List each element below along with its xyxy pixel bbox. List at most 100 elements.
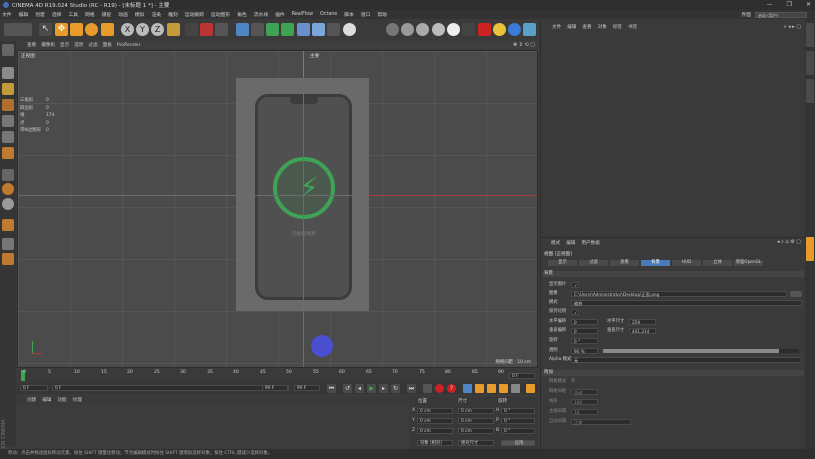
rotation-field[interactable]: 0 °: [571, 338, 598, 344]
key-param-icon[interactable]: [511, 384, 520, 393]
min-frame-field[interactable]: 90 F: [262, 385, 288, 391]
attribute-tab-icon[interactable]: [806, 237, 814, 261]
z-axis-icon[interactable]: Z: [151, 23, 164, 36]
start-frame-field[interactable]: 0 F: [20, 385, 48, 391]
content-browser-tab-icon[interactable]: [806, 51, 814, 75]
menu-file[interactable]: 文件: [2, 11, 12, 18]
light-icon[interactable]: [343, 23, 356, 36]
polygons-mode-icon[interactable]: [2, 147, 14, 159]
key-position-icon[interactable]: [475, 384, 484, 393]
solo-icon[interactable]: [2, 219, 14, 231]
menu-tools[interactable]: 工具: [68, 11, 78, 18]
size-y-field[interactable]: 0 cm: [458, 418, 494, 424]
record-icon[interactable]: [435, 384, 444, 393]
offset-x-field[interactable]: 0: [571, 319, 598, 325]
size-mode-select[interactable]: 绝对尺寸: [458, 440, 494, 446]
key-pla-icon[interactable]: [526, 384, 535, 393]
keep-aspect-checkbox[interactable]: ✓: [571, 309, 579, 315]
viewport-nav-icons[interactable]: ✥ ⇕ ⟲ ▢: [513, 42, 535, 48]
vp-menu-panel[interactable]: 面板: [103, 42, 112, 48]
rot-b-field[interactable]: 0 °: [501, 428, 535, 434]
array-icon[interactable]: [281, 23, 294, 36]
transparency-slider[interactable]: [603, 349, 799, 353]
tab-background[interactable]: 背景: [641, 260, 670, 266]
menu-select[interactable]: 选择: [52, 11, 62, 18]
subdivision-icon[interactable]: [266, 23, 279, 36]
tweak-icon[interactable]: [2, 198, 14, 210]
mat-menu-texture[interactable]: 纹理: [73, 397, 82, 405]
object-list[interactable]: [543, 33, 803, 233]
octane-sphere-icon[interactable]: [416, 23, 429, 36]
current-frame-field[interactable]: 0 F: [52, 385, 289, 391]
vp-menu-filter[interactable]: 过滤: [88, 42, 97, 48]
rotate-tool-icon[interactable]: [85, 23, 98, 36]
vp-menu-options[interactable]: 选项: [74, 42, 83, 48]
menu-simulate[interactable]: 模拟: [135, 11, 145, 18]
scene-icon[interactable]: [312, 23, 325, 36]
make-editable-icon[interactable]: [2, 44, 14, 56]
tab-stereo[interactable]: 立体: [703, 260, 732, 266]
keyframe-selection-icon[interactable]: [463, 384, 472, 393]
menu-snap[interactable]: 捕捉: [102, 11, 112, 18]
prev-keyframe-icon[interactable]: ↺: [343, 384, 352, 393]
close-button[interactable]: ✕: [806, 0, 811, 10]
render-to-picture-viewer-icon[interactable]: [200, 23, 213, 36]
octane-sun-icon[interactable]: [493, 23, 506, 36]
model-mode-icon[interactable]: [2, 67, 14, 79]
camera-icon[interactable]: [327, 23, 340, 36]
menu-help[interactable]: 帮助: [377, 11, 387, 18]
menu-motion-tracking[interactable]: 运动跟踪: [185, 11, 204, 18]
obj-menu-edit[interactable]: 编辑: [567, 24, 576, 30]
octane-render-icon[interactable]: [478, 23, 491, 36]
object-tab-icon[interactable]: [806, 23, 814, 47]
octane-globe-icon[interactable]: [508, 23, 521, 36]
render-settings-icon[interactable]: [215, 23, 228, 36]
menu-plugins[interactable]: 插件: [275, 11, 285, 18]
octane-env-icon[interactable]: [432, 23, 445, 36]
axis-mode-icon[interactable]: [2, 169, 14, 181]
scale-tool-icon[interactable]: [70, 23, 83, 36]
lock-workplane-icon[interactable]: [2, 238, 14, 250]
attribute-nav-icons[interactable]: ◂ ⌕ ⌂ ⚙ ▢: [777, 239, 801, 245]
x-axis-icon[interactable]: X: [121, 23, 134, 36]
menu-octane[interactable]: Octane: [320, 12, 337, 17]
planar-workplane-icon[interactable]: [2, 253, 14, 265]
pen-spline-icon[interactable]: [251, 23, 264, 36]
menu-script[interactable]: 脚本: [344, 11, 354, 18]
layout-select[interactable]: 启动 (用户): [755, 11, 807, 18]
motion-record-icon[interactable]: [423, 384, 432, 393]
material-area[interactable]: [17, 405, 407, 449]
obj-menu-bookmarks[interactable]: 书签: [628, 24, 637, 30]
octane-material-icon[interactable]: [401, 23, 414, 36]
menu-mesh[interactable]: 网格: [85, 11, 95, 18]
undo-button[interactable]: [4, 23, 32, 36]
go-to-start-icon[interactable]: ⏮: [327, 384, 336, 393]
menu-mograph[interactable]: 运动图形: [211, 11, 230, 18]
mat-menu-create[interactable]: 创建: [27, 397, 36, 405]
size-z-field[interactable]: 0 cm: [458, 428, 494, 434]
major-lines-field[interactable]: 10: [571, 409, 598, 415]
offset-y-field[interactable]: 0: [571, 328, 598, 334]
show-image-checkbox[interactable]: ✓: [571, 282, 579, 288]
coords-mode-select[interactable]: 对象 (相对): [417, 440, 453, 446]
timeline-ruler[interactable]: 0 5 10 15 20 25 30 35 40 45 50 55 60 65 …: [17, 369, 538, 383]
live-select-icon[interactable]: [101, 23, 114, 36]
vp-menu-view[interactable]: 查看: [27, 42, 36, 48]
rot-h-field[interactable]: 0 °: [501, 408, 535, 414]
menu-character[interactable]: 角色: [237, 11, 247, 18]
play-icon[interactable]: ▶: [367, 384, 376, 393]
tab-enhanced-opengl[interactable]: 增强OpenGL: [734, 260, 763, 266]
menu-sculpt[interactable]: 雕刻: [168, 11, 178, 18]
minimize-button[interactable]: —: [767, 0, 773, 10]
attr-menu-mode[interactable]: 模式: [551, 240, 560, 246]
attr-menu-edit[interactable]: 编辑: [566, 240, 575, 246]
obj-menu-objects[interactable]: 对象: [598, 24, 607, 30]
tab-filter[interactable]: 过滤: [579, 260, 608, 266]
pos-z-field[interactable]: 0 cm: [417, 428, 453, 434]
render-view-icon[interactable]: [185, 23, 198, 36]
transparency-field[interactable]: 90 %: [571, 348, 598, 354]
max-frame-field[interactable]: 90 F: [294, 385, 320, 391]
menu-edit[interactable]: 编辑: [19, 11, 29, 18]
step-back-icon[interactable]: ◂: [355, 384, 364, 393]
pos-y-field[interactable]: 0 cm: [417, 418, 453, 424]
